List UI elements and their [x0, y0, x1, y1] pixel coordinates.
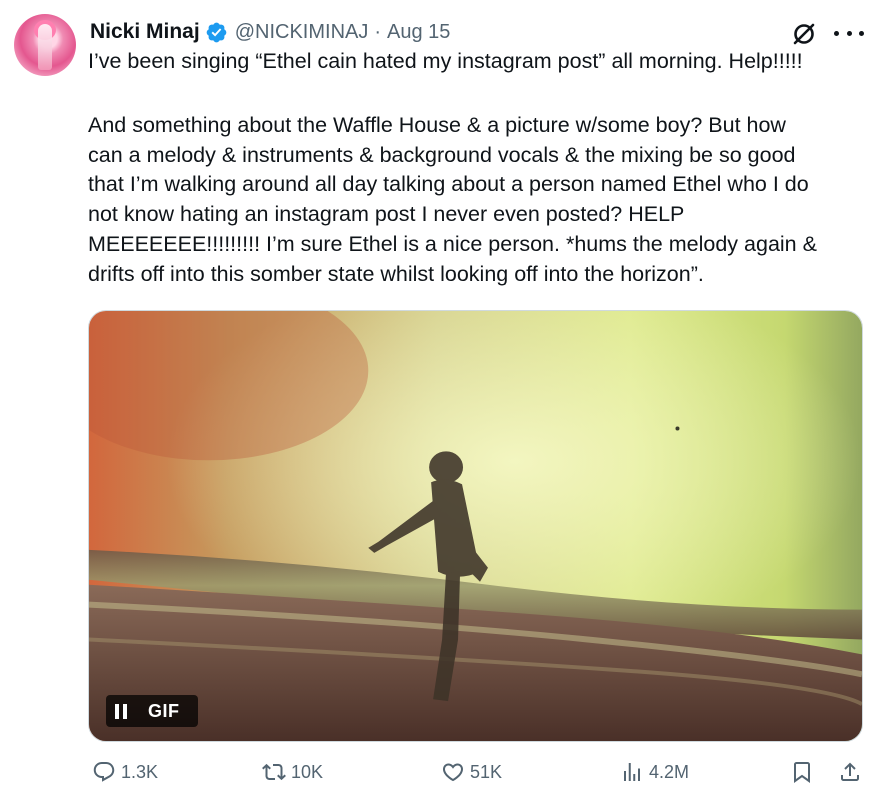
tweet-text-paragraph-1: I’ve been singing “Ethel cain hated my i… — [88, 49, 803, 73]
more-icon[interactable] — [834, 22, 864, 44]
like-button[interactable]: 51K — [441, 760, 502, 784]
tweet: Nicki Minaj @NICKIMINAJ · Aug 15 I’ve be… — [0, 0, 886, 806]
avatar-figure — [38, 24, 52, 70]
gif-label: GIF — [148, 700, 180, 721]
author-handle[interactable]: @NICKIMINAJ — [235, 21, 369, 44]
retweet-icon — [262, 763, 286, 781]
pause-icon[interactable] — [106, 695, 136, 727]
gif-badge[interactable]: GIF — [106, 695, 198, 727]
share-button[interactable] — [838, 760, 867, 784]
tweet-text-paragraph-2: And something about the Waffle House & a… — [88, 113, 817, 286]
like-icon — [442, 763, 464, 782]
grok-icon[interactable] — [790, 20, 818, 48]
like-count: 51K — [470, 761, 503, 782]
avatar[interactable] — [14, 14, 76, 76]
retweet-button[interactable]: 10K — [262, 760, 323, 784]
verified-badge-icon[interactable] — [205, 21, 228, 44]
share-icon — [841, 762, 859, 781]
views-icon — [624, 763, 640, 781]
bookmark-button[interactable] — [790, 760, 819, 784]
tweet-date[interactable]: Aug 15 — [387, 21, 450, 44]
reply-button[interactable]: 1.3K — [92, 760, 158, 784]
gif-media[interactable]: GIF — [88, 310, 863, 742]
bookmark-icon — [794, 762, 810, 783]
action-bar: 1.3K 10K 51K 4.2M — [0, 760, 886, 792]
reply-count: 1.3K — [121, 761, 159, 782]
gif-frame — [89, 311, 862, 741]
reply-icon — [93, 762, 115, 782]
tweet-header: Nicki Minaj @NICKIMINAJ · Aug 15 — [90, 18, 450, 46]
separator-dot: · — [374, 20, 382, 43]
views-count: 4.2M — [649, 761, 690, 782]
author-name[interactable]: Nicki Minaj — [90, 20, 200, 44]
views-button[interactable]: 4.2M — [620, 760, 689, 784]
retweet-count: 10K — [291, 761, 324, 782]
